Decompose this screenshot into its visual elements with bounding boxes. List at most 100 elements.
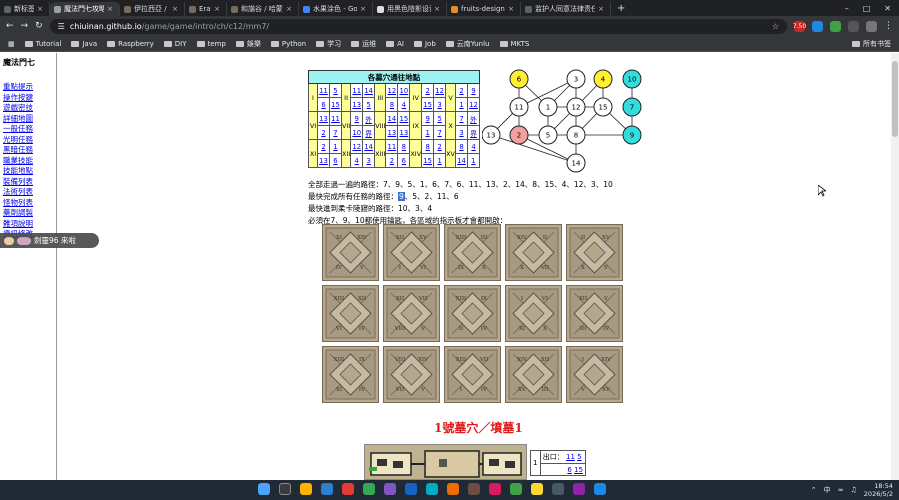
destination-link[interactable]: 14 — [455, 153, 468, 168]
bookmark-folder[interactable]: 云南Yunlu — [445, 39, 490, 49]
destination-link[interactable]: 4 — [350, 153, 364, 168]
tab-close-icon[interactable]: × — [37, 5, 43, 13]
reload-icon[interactable]: ↻ — [35, 21, 43, 31]
destination-link[interactable]: 13 — [385, 125, 399, 140]
forward-icon[interactable]: → — [21, 21, 29, 31]
sidebar-link[interactable]: 職業技能 — [3, 156, 53, 167]
destination-link[interactable]: 界 — [466, 125, 481, 140]
destination-link[interactable]: 11 — [328, 111, 342, 126]
bookmark-folder[interactable]: 娛樂 — [235, 39, 261, 49]
browser-tab[interactable]: fruits-designed-with-bl...× — [447, 2, 521, 16]
app-icon[interactable] — [489, 483, 501, 495]
destination-link[interactable]: 2 — [433, 139, 447, 154]
bookmark-folder[interactable]: Java — [71, 40, 97, 48]
minimize-icon[interactable]: – — [845, 4, 849, 13]
browser-tab[interactable]: 监护人同意法律责任 × — [521, 2, 611, 16]
sidebar-link[interactable]: 藥劑調製 — [3, 208, 53, 219]
search-icon[interactable] — [279, 483, 291, 495]
close-window-icon[interactable]: ✕ — [884, 4, 891, 13]
bookmark-folder[interactable]: MKTS — [499, 40, 529, 48]
tab-close-icon[interactable]: × — [508, 5, 514, 13]
destination-link[interactable]: 7 — [433, 125, 447, 140]
destination-link[interactable]: 5 — [362, 97, 376, 112]
tab-close-icon[interactable]: × — [214, 5, 220, 13]
destination-link[interactable]: 8 — [397, 139, 411, 154]
app-icon[interactable] — [510, 483, 522, 495]
tab-close-icon[interactable]: × — [434, 5, 440, 13]
destination-link[interactable]: 2 — [317, 139, 330, 154]
extensions-puzzle-icon[interactable] — [866, 20, 877, 32]
app-icon[interactable] — [531, 483, 543, 495]
destination-link[interactable]: 11 — [350, 83, 364, 98]
new-tab-button[interactable]: + — [611, 3, 631, 14]
bookmark-folder[interactable]: temp — [196, 40, 226, 48]
destination-link[interactable]: 13 — [317, 153, 330, 168]
destination-link[interactable]: 14 — [362, 139, 376, 154]
destination-link[interactable]: 8 — [385, 97, 399, 112]
destination-link[interactable]: 2 — [455, 83, 468, 98]
tab-close-icon[interactable]: × — [286, 5, 292, 13]
destination-link[interactable]: 10 — [350, 125, 364, 140]
destination-link[interactable]: 3 — [433, 97, 447, 112]
destination-link[interactable]: 14 — [385, 111, 399, 126]
sidebar-link[interactable]: 裝備列表 — [3, 177, 53, 188]
destination-link[interactable]: 9 — [350, 111, 364, 126]
browser-tab[interactable]: 用黑色陰影设计的水果...× — [373, 2, 447, 16]
destination-link[interactable]: 13 — [350, 97, 364, 112]
chrome-icon[interactable] — [363, 483, 375, 495]
edge-browser-icon[interactable] — [321, 483, 333, 495]
maximize-icon[interactable]: □ — [863, 4, 871, 13]
menu-icon[interactable]: ⋮ — [884, 21, 893, 31]
sidebar-link[interactable]: 難項說明 — [3, 219, 53, 230]
tab-close-icon[interactable]: × — [360, 5, 366, 13]
browser-tab[interactable]: 伊拉西亞 / 城的西亞 (Erathia)× — [120, 2, 185, 16]
destination-link[interactable]: 8 — [455, 139, 468, 154]
bookmark-folder[interactable]: Raspberry — [107, 40, 154, 48]
bookmark-folder[interactable]: Tutorial — [24, 40, 61, 48]
clock[interactable]: 18:54 2026/5/2 — [864, 482, 893, 498]
input-language[interactable]: 中 — [824, 485, 831, 495]
destination-link[interactable]: 8 — [421, 139, 435, 154]
destination-link[interactable]: 15 — [397, 111, 411, 126]
back-icon[interactable]: ← — [6, 21, 14, 31]
sidebar-link[interactable]: 操作按鍵 — [3, 93, 53, 104]
destination-link[interactable]: 1 — [421, 125, 435, 140]
exit-link[interactable]: 11 — [566, 453, 575, 461]
bookmark-folder[interactable]: 运维 — [351, 39, 376, 49]
live-notification[interactable]: 劍靈96 來啦 — [0, 233, 99, 248]
destination-link[interactable]: 15 — [421, 97, 435, 112]
destination-link[interactable]: 13 — [317, 111, 330, 126]
extension-badge[interactable]: 7.50 — [793, 20, 806, 32]
tab-close-icon[interactable]: × — [172, 5, 178, 13]
destination-link[interactable]: 13 — [397, 125, 411, 140]
destination-link[interactable]: 3 — [455, 125, 468, 140]
file-explorer-icon[interactable] — [300, 483, 312, 495]
destination-link[interactable]: 4 — [397, 97, 411, 112]
sidebar-link[interactable]: 黑暗任務 — [3, 145, 53, 156]
destination-link[interactable]: 2 — [421, 83, 435, 98]
site-info-icon[interactable]: ☰ — [58, 22, 65, 31]
bookmark-star-icon[interactable]: ☆ — [772, 22, 779, 31]
sidebar-link[interactable]: 技能地點 — [3, 166, 53, 177]
destination-link[interactable]: 1 — [433, 153, 447, 168]
start-menu-icon[interactable] — [258, 483, 270, 495]
sidebar-link[interactable]: 一般任務 — [3, 124, 53, 135]
extension-icon[interactable] — [830, 20, 841, 32]
destination-link[interactable]: 11 — [385, 139, 399, 154]
exit-link[interactable]: 6 — [567, 466, 571, 474]
app-icon[interactable] — [573, 483, 585, 495]
extension-icon[interactable] — [848, 20, 859, 32]
app-icon[interactable] — [447, 483, 459, 495]
destination-link[interactable]: 外 — [466, 111, 481, 126]
destination-link[interactable]: 9 — [466, 83, 481, 98]
destination-link[interactable]: 4 — [466, 139, 481, 154]
extension-icon[interactable] — [812, 20, 823, 32]
destination-link[interactable]: 7 — [455, 111, 468, 126]
browser-tab[interactable]: 魔法門七攻略 (長影版)× — [50, 2, 120, 16]
sidebar-link[interactable]: 法術列表 — [3, 187, 53, 198]
destination-link[interactable]: 1 — [466, 153, 481, 168]
app-icon[interactable] — [468, 483, 480, 495]
tray-expand-icon[interactable]: ⌃ — [811, 486, 817, 494]
destination-link[interactable]: 1 — [455, 97, 468, 112]
bookmark-folder[interactable]: Job — [413, 40, 436, 48]
